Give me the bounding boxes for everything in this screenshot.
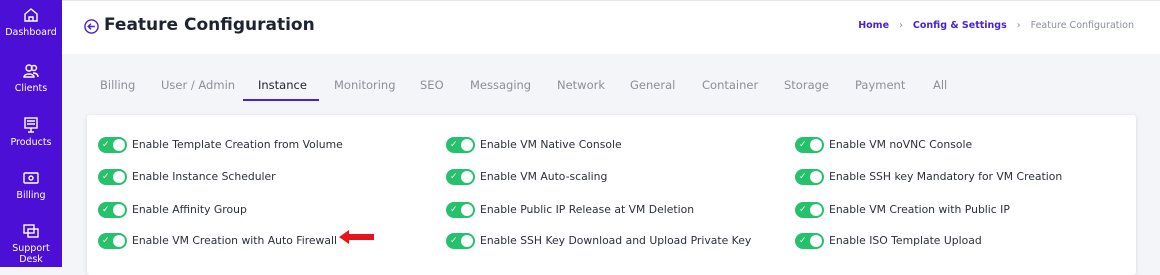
sidebar-item-label: Clients <box>14 83 48 94</box>
sidebar-item-label: Dashboard <box>5 27 57 38</box>
tab-container[interactable]: Container <box>702 78 758 92</box>
back-arrow-icon[interactable] <box>84 19 99 34</box>
tab-billing[interactable]: Billing <box>100 78 135 92</box>
toggle-switch[interactable]: ✓ <box>446 233 475 249</box>
page-header: Feature Configuration Home › Config & Se… <box>62 0 1160 55</box>
toggle-switch[interactable]: ✓ <box>98 137 127 153</box>
active-tab-indicator <box>243 99 319 101</box>
chevron-right-icon: › <box>899 20 903 31</box>
options-card: ✓ Enable Template Creation from Volume ✓… <box>87 115 1136 275</box>
check-icon: ✓ <box>799 172 807 182</box>
users-icon <box>22 62 40 80</box>
breadcrumb: Home › Config & Settings › Feature Confi… <box>858 20 1134 31</box>
tab-monitoring[interactable]: Monitoring <box>334 78 396 92</box>
sidebar-item-products[interactable]: Products <box>0 116 62 148</box>
tab-user-admin[interactable]: User / Admin <box>161 78 235 92</box>
toggle-switch[interactable]: ✓ <box>98 202 127 218</box>
red-arrow-icon <box>339 230 374 244</box>
option-label: Enable Instance Scheduler <box>132 170 276 183</box>
option-label: Enable SSH key Mandatory for VM Creation <box>829 170 1063 183</box>
breadcrumb-config-settings[interactable]: Config & Settings <box>913 20 1007 31</box>
check-icon: ✓ <box>450 205 458 215</box>
option-label: Enable VM Native Console <box>480 138 622 151</box>
option-label: Enable VM Creation with Auto Firewall <box>132 234 338 247</box>
tab-payment[interactable]: Payment <box>855 78 905 92</box>
tab-messaging[interactable]: Messaging <box>470 78 531 92</box>
toggle-switch[interactable]: ✓ <box>446 202 475 218</box>
page-title: Feature Configuration <box>104 15 315 35</box>
tab-general[interactable]: General <box>630 78 675 92</box>
option-label: Enable VM Auto-scaling <box>480 170 608 183</box>
sidebar-item-support-desk[interactable]: Support Desk <box>0 222 62 265</box>
option-label: Enable Public IP Release at VM Deletion <box>480 203 695 216</box>
breadcrumb-home[interactable]: Home <box>858 20 889 31</box>
option-label: Enable SSH Key Download and Upload Priva… <box>480 234 752 247</box>
chevron-right-icon: › <box>1016 20 1021 31</box>
toggle-switch[interactable]: ✓ <box>98 169 127 185</box>
tab-all[interactable]: All <box>933 78 947 92</box>
check-icon: ✓ <box>450 140 458 150</box>
tab-network[interactable]: Network <box>557 78 605 92</box>
sidebar-item-label: Support Desk <box>12 243 50 265</box>
sidebar-item-label: Billing <box>16 190 46 201</box>
toggle-switch[interactable]: ✓ <box>795 137 824 153</box>
sidebar-item-billing[interactable]: Billing <box>0 169 62 201</box>
tab-storage[interactable]: Storage <box>784 78 829 92</box>
check-icon: ✓ <box>102 140 110 150</box>
toggle-switch[interactable]: ✓ <box>446 169 475 185</box>
home-icon <box>22 6 40 24</box>
tab-bar: Billing User / Admin Instance Monitoring… <box>62 54 1160 108</box>
breadcrumb-current: Feature Configuration <box>1030 20 1134 31</box>
products-icon <box>22 116 40 134</box>
check-icon: ✓ <box>799 205 807 215</box>
sidebar-item-clients[interactable]: Clients <box>0 62 62 94</box>
tab-instance[interactable]: Instance <box>258 78 307 92</box>
option-label: Enable VM Creation with Public IP <box>829 203 1010 216</box>
toggle-switch[interactable]: ✓ <box>446 137 475 153</box>
option-label: Enable Affinity Group <box>132 203 247 216</box>
check-icon: ✓ <box>799 140 807 150</box>
toggle-switch[interactable]: ✓ <box>98 233 127 249</box>
billing-icon <box>22 169 40 187</box>
check-icon: ✓ <box>102 172 110 182</box>
check-icon: ✓ <box>102 205 110 215</box>
check-icon: ✓ <box>450 172 458 182</box>
option-label: Enable VM noVNC Console <box>829 138 973 151</box>
option-label: Enable ISO Template Upload <box>829 234 982 247</box>
check-icon: ✓ <box>102 236 110 246</box>
toggle-switch[interactable]: ✓ <box>795 233 824 249</box>
check-icon: ✓ <box>450 236 458 246</box>
sidebar-item-label: Products <box>10 137 52 148</box>
sidebar: Dashboard Clients Products Billing Suppo… <box>0 0 62 267</box>
option-label: Enable Template Creation from Volume <box>132 138 343 151</box>
check-icon: ✓ <box>799 236 807 246</box>
toggle-switch[interactable]: ✓ <box>795 169 824 185</box>
toggle-switch[interactable]: ✓ <box>795 202 824 218</box>
tab-seo[interactable]: SEO <box>420 78 444 92</box>
sidebar-item-dashboard[interactable]: Dashboard <box>0 6 62 38</box>
support-icon <box>22 222 40 240</box>
